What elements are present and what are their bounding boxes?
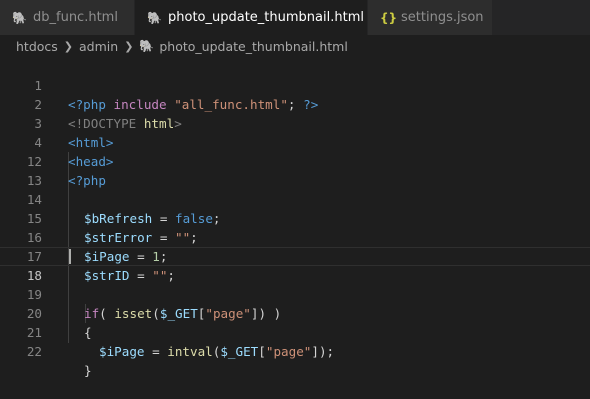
- breadcrumb-item-file[interactable]: photo_update_thumbnail.html: [159, 39, 347, 54]
- code-editor[interactable]: 1 <?php include "all_func.html"; ?> 2 <!…: [0, 57, 590, 378]
- tab-settings-json[interactable]: {} settings.json: [368, 0, 493, 35]
- code-line: 2 <!DOCTYPE html>: [0, 76, 590, 131]
- php-elephant-icon: 🐘: [139, 39, 155, 53]
- breadcrumb-item-admin[interactable]: admin: [79, 39, 118, 54]
- tab-label: settings.json: [401, 10, 484, 25]
- code-line: 12 <?php: [0, 133, 590, 188]
- json-braces-icon: {}: [380, 10, 398, 25]
- code-line: 21 $iPage = intval($_GET["page"]);: [0, 304, 590, 359]
- code-line: 17 $strID = "";: [0, 228, 590, 283]
- php-elephant-icon: 🐘: [147, 10, 162, 25]
- chevron-right-icon: ❯: [63, 39, 74, 53]
- code-line: 16 $iPage = 1;: [0, 209, 590, 264]
- tab-photo-update-thumbnail[interactable]: 🐘 photo_update_thumbnail.html: [135, 0, 368, 35]
- code-line: 1 <?php include "all_func.html"; ?>: [0, 57, 590, 112]
- breadcrumb: htdocs ❯ admin ❯ 🐘 photo_update_thumbnai…: [0, 35, 590, 57]
- code-line: 20 {: [0, 285, 590, 340]
- code-line: 4 <head>: [0, 114, 590, 169]
- php-elephant-icon: 🐘: [12, 10, 27, 25]
- code-line: 19 if( isset($_GET["page"]) ): [0, 266, 590, 321]
- code-line: 14 $bRefresh = false;: [0, 171, 590, 226]
- code-line: 15 $strError = "";: [0, 190, 590, 245]
- code-line: 13: [0, 152, 590, 188]
- breadcrumb-item-htdocs[interactable]: htdocs: [16, 39, 58, 54]
- line-number: 22: [26, 344, 42, 359]
- tab-label: photo_update_thumbnail.html: [168, 10, 364, 25]
- code-line-current: 18: [0, 247, 590, 283]
- code-line: 22 }: [0, 323, 590, 378]
- text-cursor: [69, 249, 71, 264]
- chevron-right-icon: ❯: [124, 39, 134, 53]
- tab-bar-empty: [493, 0, 590, 35]
- tab-label: db_func.html: [33, 10, 118, 25]
- code-line: 3 <html>: [0, 95, 590, 150]
- tab-bar: 🐘 db_func.html 🐘 photo_update_thumbnail.…: [0, 0, 590, 35]
- tab-db-func[interactable]: 🐘 db_func.html: [0, 0, 135, 35]
